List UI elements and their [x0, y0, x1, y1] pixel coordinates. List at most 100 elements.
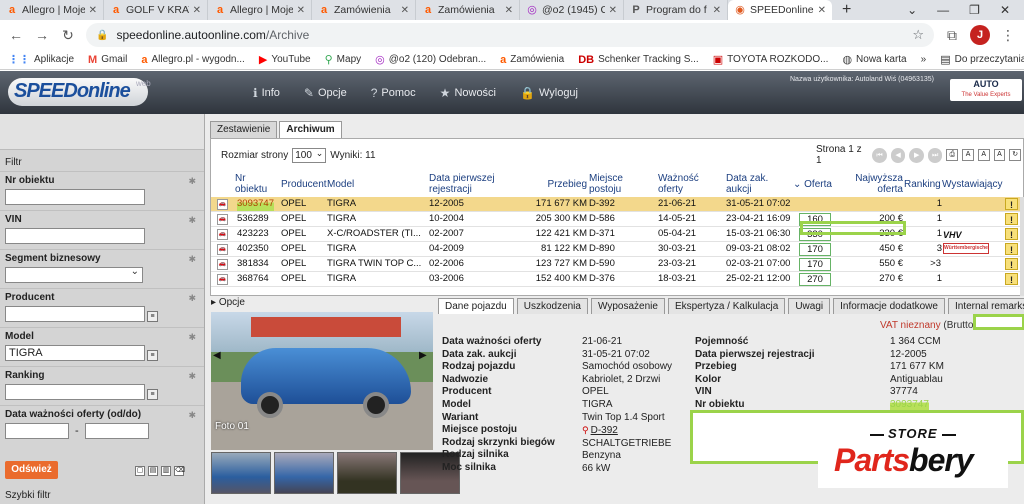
- col-model[interactable]: Model: [327, 179, 354, 190]
- browser-tab[interactable]: a Allegro | Moje ✕: [0, 0, 104, 20]
- row-car-icon[interactable]: 🚗: [217, 229, 228, 240]
- browser-tab[interactable]: a Zamówienia ✕: [312, 0, 416, 20]
- row-car-icon[interactable]: 🚗: [217, 259, 228, 270]
- detail-tab[interactable]: Internal remarks: [947, 298, 1024, 314]
- col-waznosc-oferty[interactable]: Ważność oferty: [658, 173, 708, 195]
- reading-list[interactable]: ▤ Do przeczytania: [940, 53, 1024, 66]
- col-data-zak-aukcji[interactable]: Data zak. aukcji: [726, 173, 776, 195]
- print-icon[interactable]: ⎙: [946, 149, 959, 161]
- col-oferta[interactable]: ⌄ Oferta: [793, 179, 832, 190]
- back-icon[interactable]: ←: [8, 27, 24, 43]
- refresh-list-icon[interactable]: ↻: [1009, 149, 1021, 161]
- header-nav-item[interactable]: ✎ Opcje: [304, 86, 347, 100]
- col-wystawiajacy[interactable]: Wystawiający: [942, 179, 1002, 190]
- prev-page-icon[interactable]: ◀: [890, 147, 906, 163]
- font-small-icon[interactable]: A: [962, 149, 974, 161]
- page-size-select[interactable]: 100: [292, 147, 327, 163]
- warning-icon[interactable]: !: [1005, 213, 1018, 225]
- save-filter-icon[interactable]: ▤: [148, 466, 158, 476]
- close-window-icon[interactable]: ✕: [1000, 3, 1010, 17]
- location-pin-icon[interactable]: ⚲: [582, 425, 589, 435]
- speedonline-logo[interactable]: SPEEDonline web: [0, 71, 195, 114]
- col-miejsce-postoju[interactable]: Miejsce postoju: [589, 173, 639, 195]
- last-page-icon[interactable]: ⏭: [927, 147, 943, 163]
- table-scrollbar[interactable]: [1020, 197, 1024, 297]
- bookmark-item[interactable]: ◎ @o2 (120) Odebran...: [375, 53, 486, 66]
- warning-icon[interactable]: !: [1005, 198, 1018, 210]
- col-producent[interactable]: Producent: [281, 179, 327, 190]
- picker-icon[interactable]: ≡: [147, 389, 158, 400]
- header-nav-item[interactable]: ★ Nowości: [440, 86, 496, 100]
- forward-icon[interactable]: →: [34, 27, 50, 43]
- filter-input[interactable]: [5, 228, 145, 244]
- bookmark-item[interactable]: ◍ Nowa karta: [842, 53, 906, 66]
- extensions-icon[interactable]: ⧉: [944, 27, 960, 44]
- reload-icon[interactable]: ↻: [60, 27, 76, 44]
- browser-tab[interactable]: P Program do f ✕: [624, 0, 728, 20]
- first-page-icon[interactable]: ⏮: [872, 147, 887, 163]
- col-przebieg[interactable]: Przebieg: [541, 179, 587, 190]
- photo-next-icon[interactable]: ▶: [419, 350, 431, 362]
- main-tab[interactable]: Zestawienie: [210, 121, 278, 138]
- filter-input[interactable]: TIGRA: [5, 345, 145, 361]
- bookmark-item[interactable]: a Allegro.pl - wygodn...: [141, 54, 245, 66]
- row-car-icon[interactable]: 🚗: [217, 199, 228, 210]
- table-row[interactable]: 🚗 368764 OPEL TIGRA 03-2006 152 400 KM D-376 18…: [211, 272, 1023, 287]
- lock-icon[interactable]: 🔒: [96, 30, 108, 41]
- main-tab[interactable]: Archiwum: [279, 121, 342, 139]
- filter-input[interactable]: [5, 189, 145, 205]
- profile-avatar[interactable]: J: [970, 25, 990, 45]
- offer-input[interactable]: 170: [799, 243, 831, 256]
- tab-close-icon[interactable]: ✕: [401, 5, 409, 16]
- filter-settings-icon[interactable]: ✱: [188, 215, 196, 226]
- tab-close-icon[interactable]: ✕: [609, 5, 617, 16]
- detail-tab[interactable]: Uszkodzenia: [516, 298, 588, 314]
- browser-tab[interactable]: ◉ SPEEDonline ✕: [728, 0, 832, 20]
- warning-icon[interactable]: !: [1005, 243, 1018, 255]
- font-large-icon[interactable]: A: [993, 149, 1006, 161]
- tab-close-icon[interactable]: ✕: [713, 5, 721, 16]
- clear-filter-icon[interactable]: ⌫: [174, 466, 185, 476]
- header-nav-item[interactable]: ℹ Info: [253, 86, 280, 100]
- thumbnail[interactable]: [274, 452, 334, 494]
- tab-close-icon[interactable]: ✕: [818, 5, 826, 16]
- bookmark-item[interactable]: ▶ YouTube: [259, 53, 311, 66]
- thumbnail[interactable]: [337, 452, 397, 494]
- detail-tab[interactable]: Wyposażenie: [590, 298, 665, 314]
- filter-settings-icon[interactable]: ✱: [188, 332, 196, 343]
- minimize-icon[interactable]: —: [937, 3, 949, 17]
- col-ranking[interactable]: Ranking: [904, 179, 941, 190]
- date-to-input[interactable]: [84, 423, 149, 439]
- detail-tab[interactable]: Dane pojazdu: [438, 298, 514, 314]
- url-bar[interactable]: 🔒 speedonline.autoonline.com/Archive ☆: [86, 23, 934, 47]
- col-najwyzsza-oferta[interactable]: Najwyższa oferta: [841, 173, 903, 195]
- bookmark-star-icon[interactable]: ☆: [912, 27, 924, 43]
- browser-tab[interactable]: a GOLF V KRAT ✕: [104, 0, 208, 20]
- row-car-icon[interactable]: 🚗: [217, 214, 228, 225]
- filter-settings-icon[interactable]: ✱: [188, 371, 196, 382]
- menu-icon[interactable]: ⋮: [1000, 27, 1016, 44]
- picker-icon[interactable]: ≡: [147, 311, 158, 322]
- thumbnail[interactable]: [211, 452, 271, 494]
- table-row[interactable]: 🚗 381834 OPEL TIGRA TWIN TOP C... 02-2006 123…: [211, 257, 1023, 272]
- new-filter-icon[interactable]: ▢: [135, 466, 145, 476]
- col-nr-obiektu[interactable]: Nr obiektu: [235, 173, 275, 195]
- bookmark-item[interactable]: ⋮⋮ Aplikacje: [8, 53, 74, 66]
- browser-tab[interactable]: a Zamówienia ✕: [416, 0, 520, 20]
- tab-close-icon[interactable]: ✕: [297, 5, 305, 16]
- filter-select[interactable]: [5, 266, 143, 283]
- filter-settings-icon[interactable]: ✱: [188, 254, 196, 265]
- warning-icon[interactable]: !: [1005, 228, 1018, 240]
- row-car-icon[interactable]: 🚗: [217, 274, 228, 285]
- browser-tab[interactable]: a Allegro | Moje ✕: [208, 0, 312, 20]
- bookmark-item[interactable]: M Gmail: [88, 54, 127, 66]
- row-car-icon[interactable]: 🚗: [217, 244, 228, 255]
- warning-icon[interactable]: !: [1005, 273, 1018, 285]
- load-filter-icon[interactable]: ▥: [161, 466, 171, 476]
- detail-tab[interactable]: Informacje dodatkowe: [833, 298, 945, 314]
- detail-tab[interactable]: Ekspertyza / Kalkulacja: [667, 298, 786, 314]
- bookmarks-more[interactable]: »: [921, 54, 927, 65]
- maximize-icon[interactable]: ❐: [969, 3, 980, 17]
- detail-link[interactable]: D-392: [591, 425, 618, 436]
- font-medium-icon[interactable]: A: [977, 149, 990, 161]
